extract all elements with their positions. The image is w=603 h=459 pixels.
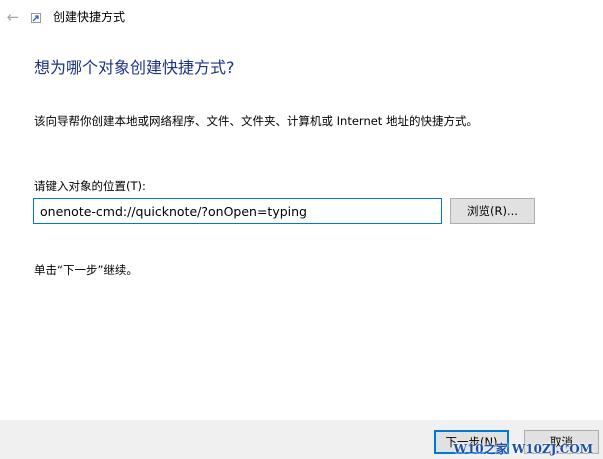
location-input[interactable]: [33, 198, 442, 224]
window-title: 创建快捷方式: [53, 10, 126, 24]
shortcut-icon: [31, 13, 41, 23]
continue-hint: 单击“下一步”继续。: [34, 263, 138, 277]
page-heading: 想为哪个对象创建快捷方式?: [34, 58, 235, 77]
create-shortcut-wizard: ← 创建快捷方式 想为哪个对象创建快捷方式? 该向导帮你创建本地或网络程序、文件…: [0, 0, 603, 459]
wizard-description: 该向导帮你创建本地或网络程序、文件、文件夹、计算机或 Internet 地址的快…: [34, 114, 478, 128]
browse-button[interactable]: 浏览(R)...: [450, 198, 535, 224]
arrow-left-icon: ←: [6, 8, 20, 26]
footer-bar: 下一步(N) 取消 W10之家 W10ZJ.COM: [0, 420, 603, 459]
title-bar: ← 创建快捷方式: [0, 0, 603, 34]
location-label: 请键入对象的位置(T):: [34, 179, 146, 193]
back-button[interactable]: ←: [4, 8, 22, 26]
watermark: W10之家 W10ZJ.COM: [453, 442, 593, 456]
